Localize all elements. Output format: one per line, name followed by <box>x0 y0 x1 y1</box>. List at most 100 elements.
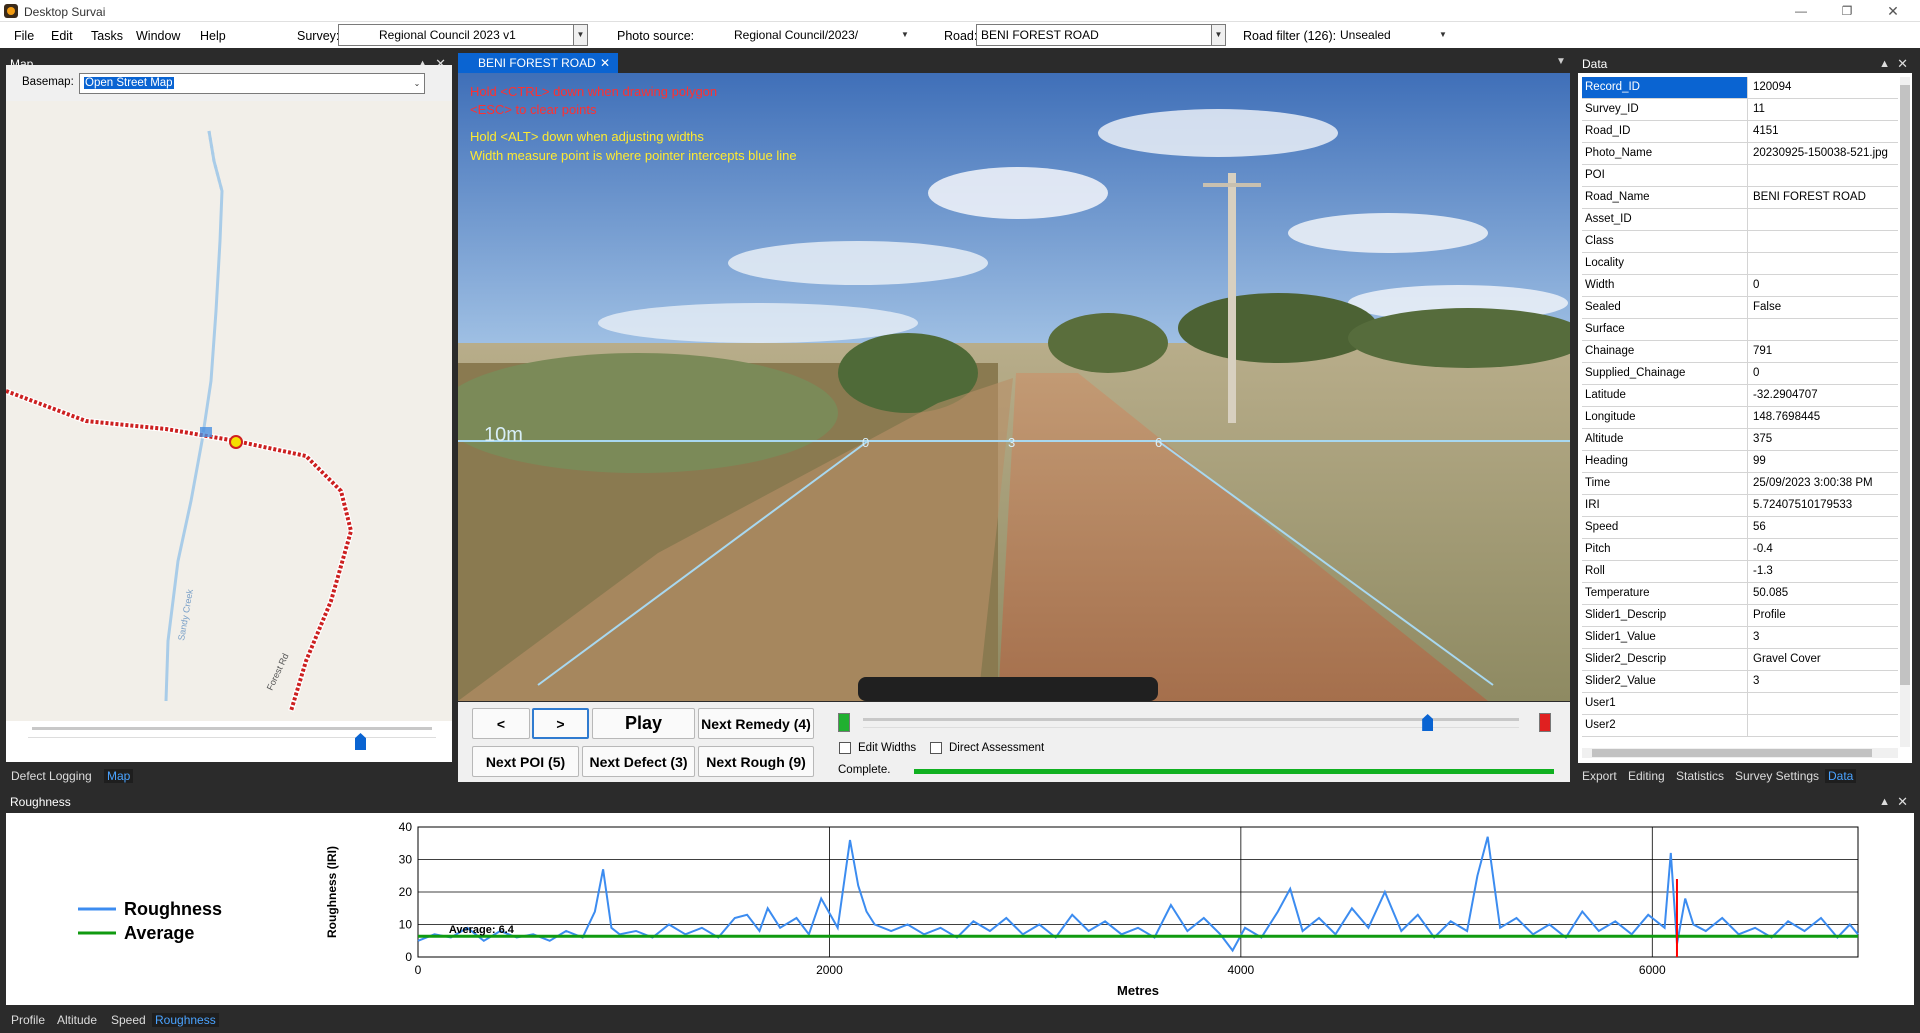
grid-row-longitude[interactable]: Longitude 148.7698445 <box>1582 407 1898 429</box>
menu-tasks[interactable]: Tasks <box>91 29 123 43</box>
grid-row-speed[interactable]: Speed 56 <box>1582 517 1898 539</box>
menu-file[interactable]: File <box>14 29 34 43</box>
grid-row-slider2-descrip[interactable]: Slider2_Descrip Gravel Cover <box>1582 649 1898 671</box>
tab-speed[interactable]: Speed <box>111 1013 146 1027</box>
grid-field-value[interactable]: -32.2904707 <box>1749 385 1898 406</box>
tab-export[interactable]: Export <box>1582 769 1617 783</box>
grid-row-surface[interactable]: Surface <box>1582 319 1898 341</box>
tab-data[interactable]: Data <box>1825 769 1857 783</box>
pin-icon[interactable]: ▲ <box>1879 792 1890 812</box>
restore-icon[interactable]: ❐ <box>1824 0 1870 22</box>
grid-row-slider1-value[interactable]: Slider1_Value 3 <box>1582 627 1898 649</box>
grid-row-time[interactable]: Time 25/09/2023 3:00:38 PM <box>1582 473 1898 495</box>
grid-field-value[interactable]: 25/09/2023 3:00:38 PM <box>1749 473 1898 494</box>
tab-statistics[interactable]: Statistics <box>1676 769 1724 783</box>
road-select[interactable]: BENI FOREST ROAD ▼ <box>976 24 1226 46</box>
grid-field-value[interactable]: 50.085 <box>1749 583 1898 604</box>
minimize-icon[interactable]: — <box>1778 0 1824 22</box>
grid-row-asset-id[interactable]: Asset_ID <box>1582 209 1898 231</box>
grid-field-value[interactable]: 20230925-150038-521.jpg <box>1749 143 1898 164</box>
menu-help[interactable]: Help <box>200 29 226 43</box>
start-marker-green[interactable] <box>838 713 850 732</box>
close-icon[interactable]: ✕ <box>1870 0 1916 22</box>
grid-row-latitude[interactable]: Latitude -32.2904707 <box>1582 385 1898 407</box>
grid-field-value[interactable]: 791 <box>1749 341 1898 362</box>
grid-scrollbar-h[interactable] <box>1582 748 1898 758</box>
next-rough-button[interactable]: Next Rough (9) <box>698 746 814 777</box>
grid-row-temperature[interactable]: Temperature 50.085 <box>1582 583 1898 605</box>
chevron-down-icon[interactable]: ▼ <box>1211 25 1225 45</box>
grid-field-value[interactable]: 120094 <box>1749 77 1898 98</box>
tab-defect-logging[interactable]: Defect Logging <box>11 769 92 783</box>
grid-row-chainage[interactable]: Chainage 791 <box>1582 341 1898 363</box>
prev-button[interactable]: < <box>472 708 530 739</box>
grid-field-value[interactable] <box>1749 693 1898 714</box>
next-button[interactable]: > <box>532 708 589 739</box>
grid-field-value[interactable]: 375 <box>1749 429 1898 450</box>
grid-field-value[interactable]: -1.3 <box>1749 561 1898 582</box>
road-filter-select[interactable]: Unsealed ▼ <box>1335 24 1451 46</box>
edit-widths-checkbox[interactable] <box>839 742 851 754</box>
roughness-chart[interactable]: 0 10 20 30 40 0 2000 4000 6000 Metres Roughness (I… <box>6 813 1914 1005</box>
grid-field-value[interactable]: 11 <box>1749 99 1898 120</box>
play-button[interactable]: Play <box>592 708 695 739</box>
grid-row-sealed[interactable]: Sealed False <box>1582 297 1898 319</box>
close-panel-icon[interactable]: ✕ <box>1897 792 1908 812</box>
grid-row-altitude[interactable]: Altitude 375 <box>1582 429 1898 451</box>
survey-select[interactable]: Regional Council 2023 v1 ▼ <box>338 24 588 46</box>
grid-field-value[interactable]: 4151 <box>1749 121 1898 142</box>
close-tab-icon[interactable]: ✕ <box>600 53 610 73</box>
grid-field-value[interactable]: Gravel Cover <box>1749 649 1898 670</box>
grid-field-value[interactable]: 99 <box>1749 451 1898 472</box>
grid-scrollbar-v[interactable] <box>1900 77 1910 747</box>
grid-row-class[interactable]: Class <box>1582 231 1898 253</box>
grid-field-value[interactable] <box>1749 253 1898 274</box>
grid-row-width[interactable]: Width 0 <box>1582 275 1898 297</box>
map-canvas[interactable]: Sandy Creek Forest Rd <box>6 101 452 721</box>
tab-roughness[interactable]: Roughness <box>152 1013 219 1027</box>
menu-window[interactable]: Window <box>136 29 180 43</box>
grid-row-heading[interactable]: Heading 99 <box>1582 451 1898 473</box>
grid-row-roll[interactable]: Roll -1.3 <box>1582 561 1898 583</box>
tab-survey-settings[interactable]: Survey Settings <box>1735 769 1819 783</box>
tab-menu-icon[interactable]: ▼ <box>1556 56 1566 67</box>
basemap-select[interactable]: Open Street Map ⌄ <box>79 73 425 94</box>
tab-map[interactable]: Map <box>104 769 134 783</box>
grid-field-value[interactable]: Profile <box>1749 605 1898 626</box>
grid-field-value[interactable] <box>1749 209 1898 230</box>
grid-field-value[interactable]: 0 <box>1749 363 1898 384</box>
grid-row-user2[interactable]: User2 <box>1582 715 1898 737</box>
photo-slider-thumb[interactable] <box>1422 714 1434 731</box>
close-panel-icon[interactable]: ✕ <box>1897 54 1908 74</box>
grid-row-survey-id[interactable]: Survey_ID 11 <box>1582 99 1898 121</box>
chevron-down-icon[interactable]: ⌄ <box>410 74 424 93</box>
road-photo[interactable]: Hold <CTRL> down when drawing polygon <E… <box>458 73 1570 701</box>
grid-row-user1[interactable]: User1 <box>1582 693 1898 715</box>
data-grid[interactable]: Record_ID 120094 Survey_ID 11 Road_ID 4151 Pho… <box>1582 77 1898 747</box>
grid-row-locality[interactable]: Locality <box>1582 253 1898 275</box>
grid-field-value[interactable] <box>1749 319 1898 340</box>
grid-row-iri[interactable]: IRI 5.72407510179533 <box>1582 495 1898 517</box>
tab-altitude[interactable]: Altitude <box>57 1013 97 1027</box>
pin-icon[interactable]: ▲ <box>1879 54 1890 74</box>
grid-row-record-id[interactable]: Record_ID 120094 <box>1582 77 1898 99</box>
chevron-down-icon[interactable]: ▼ <box>573 25 587 45</box>
grid-field-value[interactable]: 3 <box>1749 627 1898 648</box>
direct-assessment-checkbox[interactable] <box>930 742 942 754</box>
grid-row-poi[interactable]: POI <box>1582 165 1898 187</box>
menu-edit[interactable]: Edit <box>51 29 73 43</box>
grid-field-value[interactable]: 0 <box>1749 275 1898 296</box>
photo-slider-track[interactable] <box>863 718 1519 721</box>
grid-row-slider1-descrip[interactable]: Slider1_Descrip Profile <box>1582 605 1898 627</box>
grid-field-value[interactable] <box>1749 715 1898 736</box>
grid-field-value[interactable]: False <box>1749 297 1898 318</box>
grid-field-value[interactable]: BENI FOREST ROAD <box>1749 187 1898 208</box>
map-slider-track[interactable] <box>32 727 432 730</box>
chevron-down-icon[interactable]: ▼ <box>898 25 912 45</box>
next-remedy-button[interactable]: Next Remedy (4) <box>698 708 814 739</box>
grid-row-road-name[interactable]: Road_Name BENI FOREST ROAD <box>1582 187 1898 209</box>
end-marker-red[interactable] <box>1539 713 1551 732</box>
grid-field-value[interactable] <box>1749 165 1898 186</box>
grid-field-value[interactable]: -0.4 <box>1749 539 1898 560</box>
tab-editing[interactable]: Editing <box>1628 769 1665 783</box>
